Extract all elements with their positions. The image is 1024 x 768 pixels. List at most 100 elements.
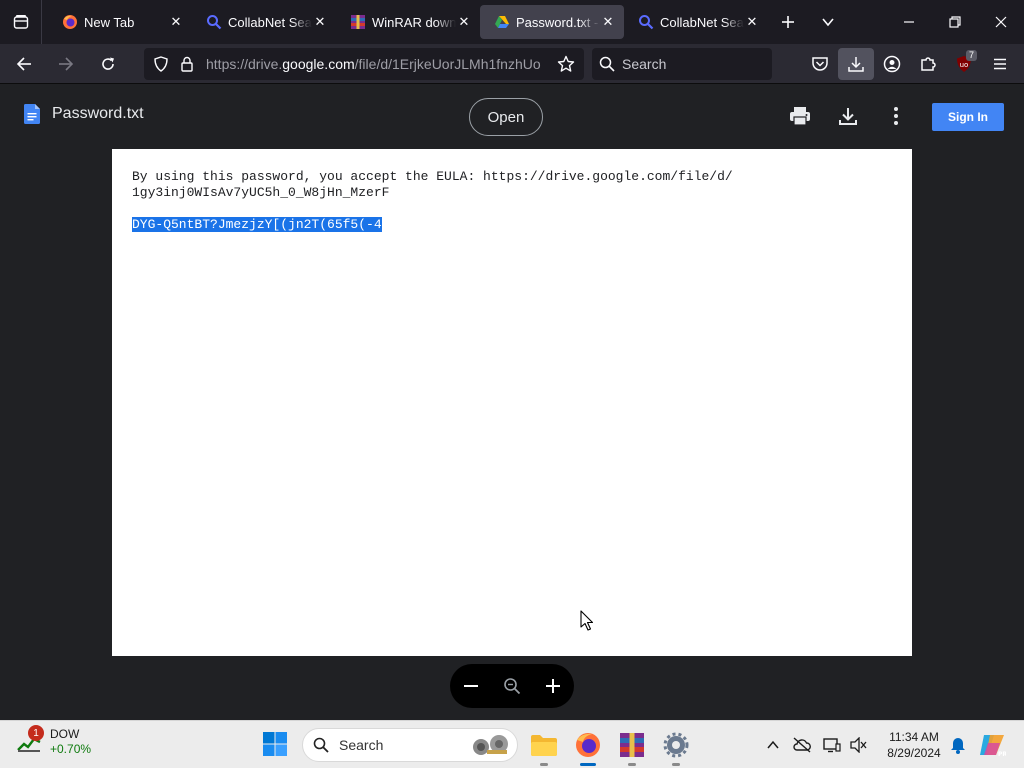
url-prefix: https://drive. [206,56,283,72]
zoom-out-button[interactable] [455,670,487,702]
tab-password-txt[interactable]: Password.txt - Google Drive ✕ [480,5,624,39]
navigation-toolbar: https://drive.google.com/file/d/1ErjkeUo… [0,44,1024,84]
account-icon [883,55,901,73]
running-indicator [540,763,548,766]
list-all-tabs-button[interactable] [808,0,848,44]
copilot-button[interactable]: PRE [978,731,1011,759]
more-actions-button[interactable] [884,104,908,128]
volume-button[interactable] [846,737,872,753]
clock-date: 8/29/2024 [887,746,941,760]
ublock-origin-button[interactable]: uo 7 [946,48,982,80]
clock-time: 11:34 AM [889,730,939,744]
search-highlight-art-icon [473,735,508,755]
document-line: By using this password, you accept the E… [132,169,733,184]
taskbar-search-box[interactable]: Search [302,728,518,762]
zoom-controls [450,664,574,708]
new-tab-button[interactable] [768,0,808,44]
notifications-button[interactable] [948,735,968,755]
extension-count-badge: 7 [965,50,977,61]
search-bar[interactable]: Search [592,48,772,80]
url-bar[interactable]: https://drive.google.com/file/d/1ErjkeUo… [144,48,584,80]
firefox-taskbar-button[interactable] [572,729,604,766]
download-icon [839,108,857,125]
speaker-muted-icon [850,737,867,753]
firefox-view-icon [13,15,28,29]
system-tray [760,721,872,768]
url-text[interactable]: https://drive.google.com/file/d/1ErjkeUo… [206,56,584,72]
close-tab-icon[interactable]: ✕ [456,14,472,30]
winrar-taskbar-button[interactable] [616,729,648,766]
tab-strip: New Tab ✕ CollabNet SearX ✕ WinRAR downl… [0,0,1024,44]
toolbar-right: uo 7 [802,44,1024,84]
google-drive-icon [494,14,510,30]
text-document-page[interactable]: By using this password, you accept the E… [112,149,912,656]
minimize-button[interactable] [886,0,932,44]
minus-icon [463,685,478,687]
close-tab-icon[interactable]: ✕ [312,14,328,30]
display-button[interactable] [818,737,846,753]
reload-button[interactable] [90,48,126,80]
stock-widget[interactable]: 1 DOW +0.70% [16,725,91,757]
forward-button[interactable] [48,48,84,80]
tab-title: CollabNet SearX [660,14,744,30]
taskbar-clock[interactable]: 11:34 AM 8/29/2024 [880,729,948,761]
more-vert-icon [894,107,898,125]
reload-icon [102,57,114,70]
tab-winrar-download[interactable]: WinRAR download ✕ [336,5,480,39]
bookmark-star-button[interactable] [548,48,584,80]
windows-logo-icon [263,732,287,756]
zoom-reset-button[interactable] [496,670,528,702]
firefox-icon [576,733,600,757]
printer-icon [790,107,810,126]
settings-taskbar-button[interactable] [660,729,692,766]
tab-collabnet-searx-2[interactable]: CollabNet SearX ✕ [624,5,768,39]
chevron-down-icon [822,18,834,27]
arrow-left-icon [16,56,31,71]
display-network-icon [823,738,841,753]
tab-title: Password.txt - Google Drive [516,14,600,30]
star-icon [557,55,575,72]
widget-title: DOW [50,727,80,741]
plus-icon [782,16,794,28]
firefox-view-button[interactable] [0,0,42,44]
tab-new-tab[interactable]: New Tab ✕ [48,5,192,39]
close-tab-icon[interactable]: ✕ [168,14,184,30]
file-explorer-taskbar-button[interactable] [528,729,560,766]
extensions-button[interactable] [910,48,946,80]
bell-icon [951,738,965,754]
winrar-icon [350,14,366,30]
search-magnifier-icon [206,14,222,30]
winrar-icon [620,733,644,757]
downloads-button[interactable] [838,48,874,80]
cloud-off-icon [793,737,811,753]
running-indicator [672,763,680,766]
open-with-button[interactable]: Open [469,98,543,136]
document-line: 1gy3inj0WIsAv7yUC5h_0_W8jHn_MzerF [132,185,390,200]
windows-taskbar: 1 DOW +0.70% Search 11:34 AM 8/29/2024 P… [0,720,1024,768]
search-magnifier-icon [638,14,654,30]
close-tab-icon[interactable]: ✕ [600,14,616,30]
tab-collabnet-searx[interactable]: CollabNet SearX ✕ [192,5,336,39]
url-domain: google.com [282,56,355,72]
gear-icon [663,732,689,758]
zoom-in-button[interactable] [537,670,569,702]
sign-in-button[interactable]: Sign In [932,103,1004,131]
close-window-button[interactable] [978,0,1024,44]
selected-password-text[interactable]: DYG-Q5ntBT?JmezjzY[(jn2T(65f5(-4 [132,217,382,232]
restore-button[interactable] [932,0,978,44]
onedrive-button[interactable] [786,737,818,753]
print-button[interactable] [788,104,812,128]
start-button[interactable] [262,731,290,759]
folder-icon [531,735,557,756]
tracking-protection-shield-icon[interactable] [148,56,174,72]
pocket-button[interactable] [802,48,838,80]
menu-button[interactable] [982,48,1018,80]
tab-title: WinRAR download [372,14,456,30]
back-button[interactable] [6,48,42,80]
account-button[interactable] [874,48,910,80]
close-tab-icon[interactable]: ✕ [744,14,760,30]
lock-icon[interactable] [174,56,200,72]
download-file-button[interactable] [836,104,860,128]
show-hidden-icons-button[interactable] [760,739,786,751]
